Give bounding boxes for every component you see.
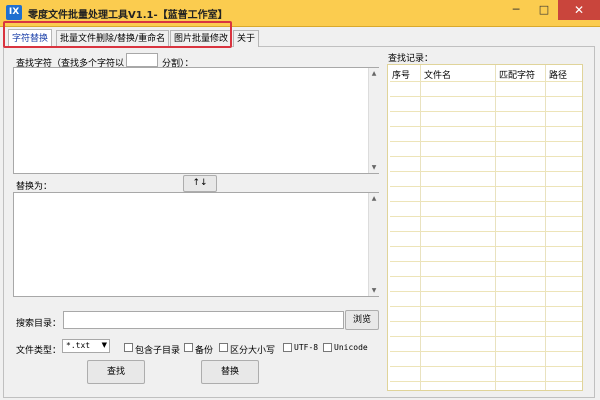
- table-row: [390, 366, 582, 367]
- col-header-path[interactable]: 路径: [549, 68, 567, 81]
- tab-about[interactable]: 关于: [233, 30, 260, 47]
- col-header-filename[interactable]: 文件名: [424, 68, 451, 81]
- table-row: [390, 351, 582, 352]
- col-divider: [495, 65, 496, 390]
- table-row: [390, 126, 582, 127]
- table-row: [390, 186, 582, 187]
- case-sensitive-label[interactable]: 区分大小写: [230, 343, 275, 356]
- table-row: [390, 81, 582, 82]
- table-row: [390, 381, 582, 382]
- file-type-select[interactable]: *.txt ▼: [62, 339, 110, 353]
- replace-textarea[interactable]: [13, 192, 379, 297]
- table-row: [390, 306, 582, 307]
- replace-scrollbar[interactable]: ▲ ▼: [368, 193, 379, 296]
- table-row: [390, 231, 582, 232]
- search-dir-input[interactable]: [63, 311, 344, 329]
- unicode-label[interactable]: Unicode: [334, 343, 368, 352]
- table-row: [390, 96, 582, 97]
- table-row: [390, 141, 582, 142]
- table-row: [390, 156, 582, 157]
- col-header-index[interactable]: 序号: [392, 68, 410, 81]
- case-sensitive-checkbox[interactable]: [219, 343, 228, 352]
- records-table[interactable]: [387, 64, 583, 391]
- separator-input[interactable]: [126, 53, 158, 67]
- table-row: [390, 171, 582, 172]
- include-subdirs-label[interactable]: 包含子目录: [135, 343, 180, 356]
- table-row: [390, 291, 582, 292]
- records-label: 查找记录：: [388, 54, 434, 64]
- col-header-matched[interactable]: 匹配字符: [499, 68, 535, 81]
- window-title: 零度文件批量处理工具V1.1-【蓝普工作室】: [28, 10, 228, 21]
- minimize-button[interactable]: ─: [502, 0, 530, 20]
- utf8-checkbox[interactable]: [283, 343, 292, 352]
- col-divider: [545, 65, 546, 390]
- table-row: [390, 111, 582, 112]
- file-type-value: *.txt: [66, 341, 91, 350]
- table-row: [390, 336, 582, 337]
- find-button[interactable]: 查找: [87, 360, 145, 384]
- find-scrollbar[interactable]: ▲ ▼: [368, 68, 379, 173]
- table-row: [390, 261, 582, 262]
- swap-button[interactable]: ↑↓: [183, 175, 217, 192]
- backup-label[interactable]: 备份: [195, 343, 213, 356]
- tab-highlight-frame: [3, 21, 232, 48]
- file-type-label: 文件类型：: [16, 346, 62, 356]
- utf8-label[interactable]: UTF-8: [294, 343, 318, 352]
- table-row: [390, 276, 582, 277]
- scroll-down-icon[interactable]: ▼: [369, 164, 379, 171]
- backup-checkbox[interactable]: [184, 343, 193, 352]
- replace-label: 替换为：: [16, 182, 53, 192]
- scroll-down-icon[interactable]: ▼: [369, 287, 379, 294]
- browse-button[interactable]: 浏览: [345, 310, 379, 330]
- search-dir-label: 搜索目录：: [16, 319, 62, 329]
- include-subdirs-checkbox[interactable]: [124, 343, 133, 352]
- table-row: [390, 321, 582, 322]
- table-row: [390, 216, 582, 217]
- scroll-up-icon[interactable]: ▲: [369, 70, 379, 77]
- replace-button[interactable]: 替换: [201, 360, 259, 384]
- close-button[interactable]: ✕: [558, 0, 600, 20]
- table-row: [390, 246, 582, 247]
- chevron-down-icon[interactable]: ▼: [102, 341, 107, 349]
- maximize-button[interactable]: □: [530, 0, 558, 20]
- table-row: [390, 201, 582, 202]
- find-textarea[interactable]: [13, 67, 379, 174]
- app-logo-icon: IX: [6, 5, 22, 20]
- scroll-up-icon[interactable]: ▲: [369, 195, 379, 202]
- col-divider: [420, 65, 421, 390]
- unicode-checkbox[interactable]: [323, 343, 332, 352]
